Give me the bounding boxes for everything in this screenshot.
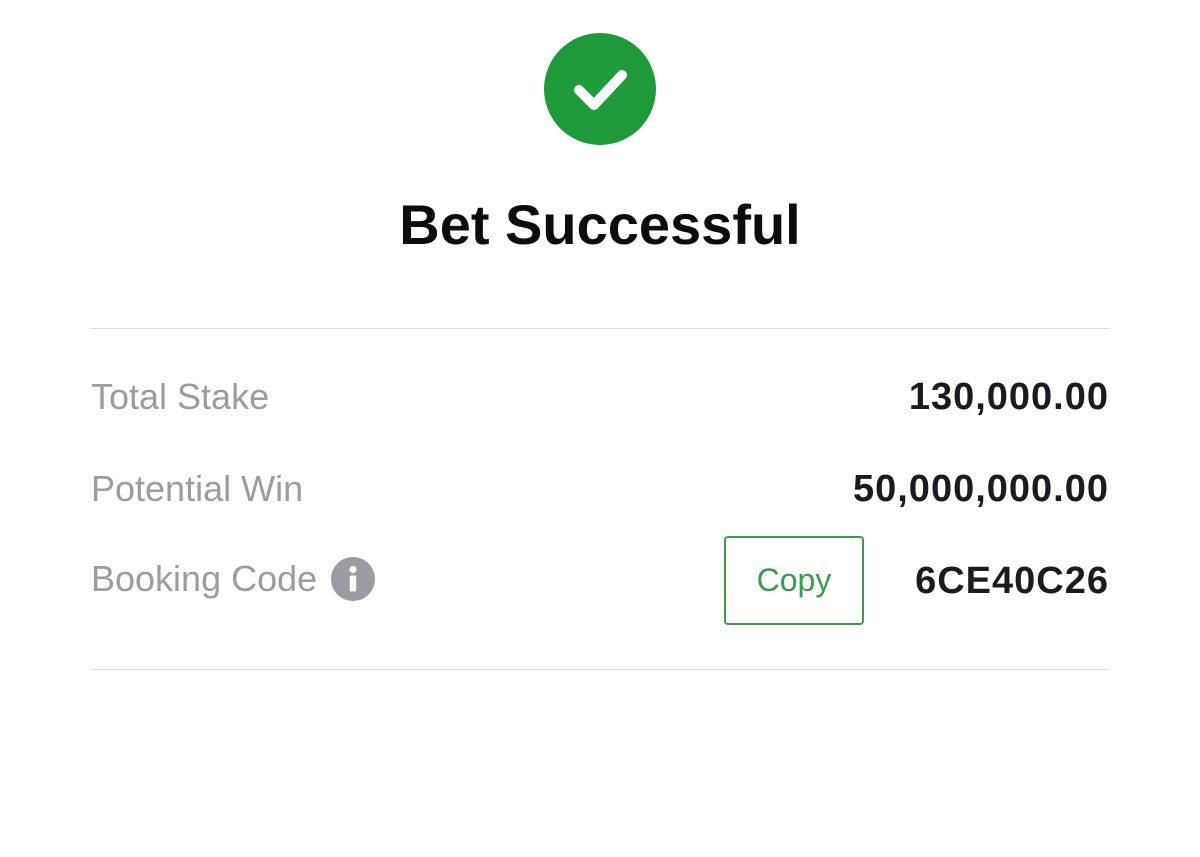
page-title: Bet Successful	[399, 193, 801, 256]
total-stake-label: Total Stake	[91, 376, 270, 417]
booking-code-label-group: Booking Code	[91, 557, 376, 601]
check-circle-icon	[544, 33, 656, 145]
divider-top	[90, 328, 1110, 329]
checkmark-icon	[574, 70, 627, 110]
potential-win-value: 50,000,000.00	[852, 468, 1109, 510]
copy-button[interactable]: Copy	[724, 536, 864, 625]
booking-code-label: Booking Code	[91, 558, 318, 599]
booking-code-value: 6CE40C26	[915, 560, 1109, 602]
potential-win-label: Potential Win	[91, 468, 304, 509]
total-stake-value: 130,000.00	[908, 376, 1109, 418]
info-icon[interactable]	[331, 557, 376, 601]
divider-bottom	[90, 669, 1110, 670]
